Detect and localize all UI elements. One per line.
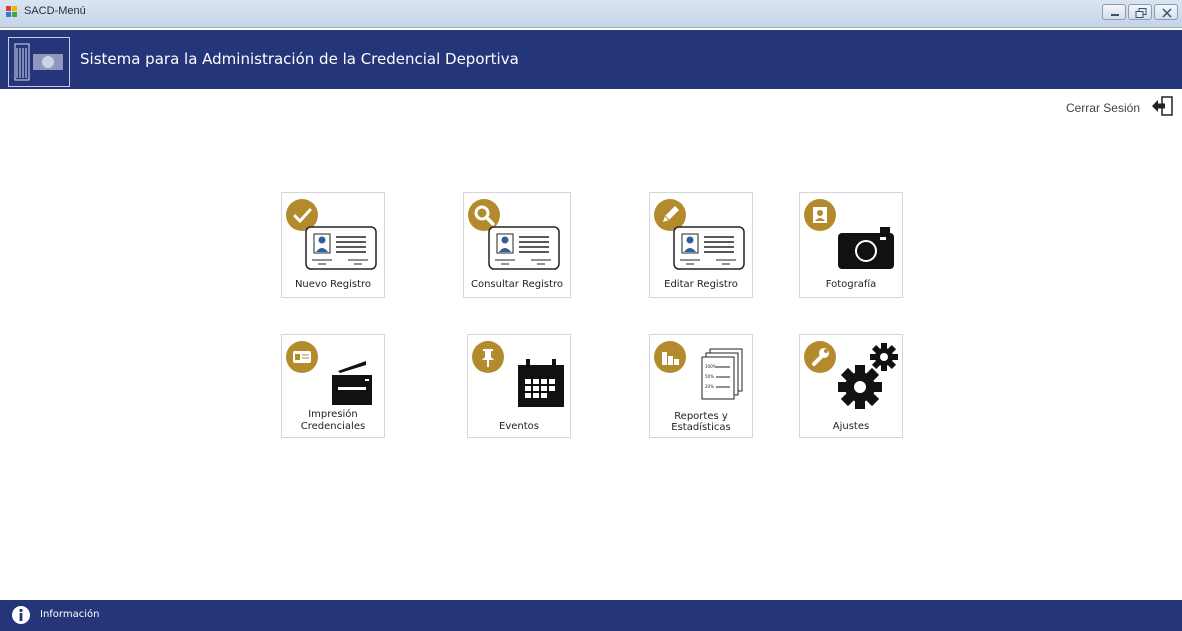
id-card-icon [305,226,377,270]
app-window: SACD-Menú Sistema para la Administración… [0,0,1182,631]
report-line-2: 50% [705,374,714,379]
id-card-icon [673,226,745,270]
portrait-icon [804,199,836,231]
calendar-icon [518,359,564,407]
tile-label-line2: Credenciales [300,421,366,432]
tile-label: Editar Registro [664,279,738,290]
tile-editar-registro[interactable]: Editar Registro [649,192,753,298]
tile-label-line2: Estadísticas [671,422,731,433]
logout-label: Cerrar Sesión [1065,101,1140,115]
tile-label: Consultar Registro [470,279,564,290]
tile-label: Nuevo Registro [294,279,372,290]
app-header: Sistema para la Administración de la Cre… [0,30,1182,89]
restore-button[interactable] [1128,4,1152,20]
report-line-1: 100% [705,364,717,369]
tile-reportes-estadisticas[interactable]: 100% 50% 20% Reportes y Estadísticas [649,334,753,438]
printer-icon [332,361,372,405]
app-title: Sistema para la Administración de la Cre… [80,50,519,68]
tile-eventos[interactable]: Eventos [467,334,571,438]
window-titlebar: SACD-Menú [0,0,1182,28]
tile-label: Eventos [499,421,539,432]
status-bar: Información [0,600,1182,631]
tile-label: Ajustes [832,421,870,432]
info-icon[interactable] [12,606,30,624]
minimize-button[interactable] [1102,4,1126,20]
card-icon [286,341,318,373]
tile-impresion-credenciales[interactable]: Impresión Credenciales [281,334,385,438]
tile-label: Fotografía [825,279,877,290]
bar-chart-icon [654,341,686,373]
info-label[interactable]: Información [40,609,99,620]
close-button[interactable] [1154,4,1178,20]
tile-label-line1: Impresión [308,409,358,420]
gears-icon [838,343,898,409]
unam-logo [8,37,70,87]
tile-fotografia[interactable]: Fotografía [799,192,903,298]
id-card-icon [488,226,560,270]
report-line-3: 20% [705,384,714,389]
tile-ajustes[interactable]: Ajustes [799,334,903,438]
camera-icon [838,227,894,269]
app-icon [6,6,18,18]
window-title: SACD-Menú [24,5,86,17]
logout-button[interactable]: Cerrar Sesión [1066,96,1174,120]
exit-arrow-icon [1150,96,1174,120]
wrench-icon [804,341,836,373]
pin-icon [472,341,504,373]
tile-nuevo-registro[interactable]: Nuevo Registro [281,192,385,298]
tile-consultar-registro[interactable]: Consultar Registro [463,192,571,298]
